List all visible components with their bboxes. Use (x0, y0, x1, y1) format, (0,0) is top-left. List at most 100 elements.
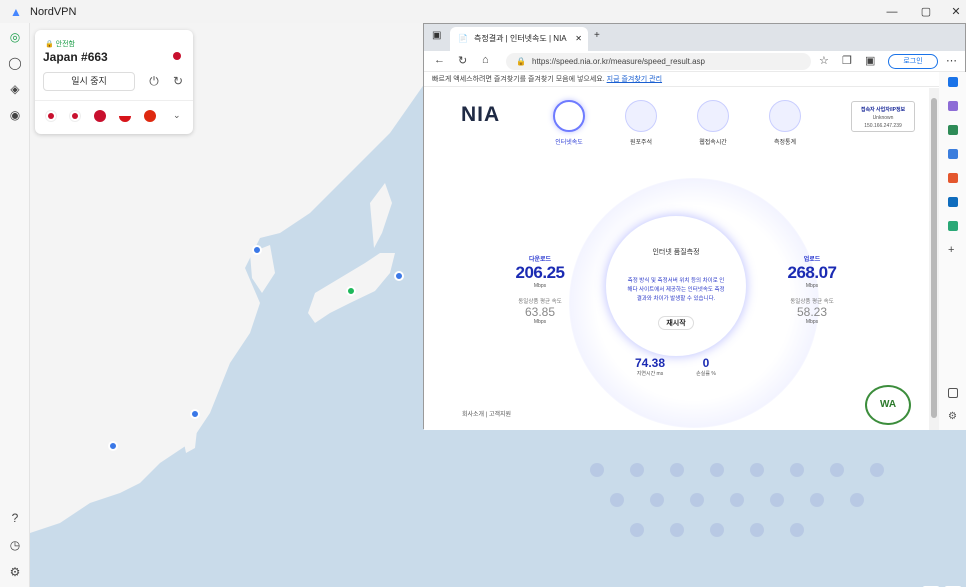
edge-sidebar: + ⚙ (939, 72, 966, 430)
japan-flag-icon[interactable] (45, 110, 57, 122)
globe-icon (697, 100, 729, 132)
retest-button[interactable]: 재시작 (658, 316, 694, 330)
tab-actions-icon[interactable]: ▣ (432, 30, 441, 41)
gear-icon (625, 100, 657, 132)
reconnect-icon[interactable]: ↻ (171, 74, 185, 88)
server-pin[interactable] (394, 271, 404, 281)
minimize-button[interactable]: — (877, 0, 907, 23)
latency-value: 74.38 (634, 356, 666, 370)
refresh-icon[interactable]: ↻ (458, 54, 467, 67)
ip-title: 접속자 사업자/IP정보 (860, 107, 906, 113)
czech-flag-icon[interactable] (119, 110, 131, 122)
server-pin[interactable] (108, 441, 118, 451)
target-icon[interactable]: ◉ (7, 107, 23, 123)
hongkong-flag-icon[interactable] (144, 110, 156, 122)
app-title: NordVPN (30, 5, 77, 18)
map-dot (630, 523, 644, 537)
map-dot (850, 493, 864, 507)
nav-bar: ← ↻ ⌂ 🔒 https://speed.nia.or.kr/measure/… (424, 51, 965, 72)
shield-icon[interactable]: ◯ (7, 55, 23, 71)
upload-avg-value: 58.23 (796, 305, 828, 319)
loss-value: 0 (702, 356, 710, 370)
download-avg-unit: Mbps (533, 319, 547, 325)
upload-unit: Mbps (805, 283, 819, 289)
map-dot (710, 463, 724, 477)
map-dot (590, 463, 604, 477)
pause-button[interactable]: 일시 중지 (43, 72, 135, 91)
settings-icon[interactable]: ⚙ (7, 564, 23, 580)
collections-icon[interactable]: ❐ (842, 54, 852, 67)
gauge-center: 인터넷 품질측정 측정 방식 및 측정서버 위치 등의 차이로 인해다 사이트에… (605, 215, 747, 357)
nav-stats[interactable]: 측정통계 (760, 100, 810, 146)
address-bar[interactable]: 🔒 https://speed.nia.or.kr/measure/speed_… (506, 53, 811, 70)
upload-label: 업로드 (803, 257, 821, 263)
browser-window: ▣ 📄 측정결과 | 인터넷속도 | NIA ✕ + ← ↻ ⌂ 🔒 https… (423, 23, 966, 430)
globe-icon[interactable]: ◎ (7, 29, 23, 45)
back-icon[interactable]: ← (434, 54, 445, 66)
help-icon[interactable]: ? (7, 510, 23, 526)
nav-label: 원포주석 (629, 140, 653, 146)
close-button[interactable]: ✕ (941, 0, 966, 23)
map-dot (690, 493, 704, 507)
maximize-button[interactable]: ▢ (911, 0, 941, 23)
nav-web[interactable]: 웹접속시간 (688, 100, 738, 146)
map-dot (830, 463, 844, 477)
server-pin[interactable] (252, 245, 262, 255)
page-icon: 📄 (458, 34, 468, 43)
more-icon[interactable]: ⋯ (946, 54, 957, 67)
wa-badge: WA (865, 385, 911, 425)
favbar-link[interactable]: 지금 즐겨찾기 관리 (607, 76, 662, 83)
map-dot (650, 493, 664, 507)
denmark-flag-icon[interactable] (94, 110, 106, 122)
nav-quality[interactable]: 원포주석 (616, 100, 666, 146)
favbar-text: 빠르게 액세스하려면 즐겨찾기를 즐겨찾기 모음에 넣으세요. (432, 76, 605, 83)
map-dot (710, 523, 724, 537)
games-icon[interactable] (948, 149, 958, 159)
divider (35, 100, 193, 101)
shopping-icon[interactable] (948, 125, 958, 135)
map-dot (610, 493, 624, 507)
upload-metric: 업로드 268.07 Mbps 동일상품 평균 속도 58.23 Mbps (782, 254, 842, 325)
add-icon[interactable]: + (948, 245, 958, 256)
center-title: 인터넷 품질측정 (652, 249, 700, 256)
scrollbar[interactable] (929, 88, 939, 430)
connection-card: 🔒 안전함 Japan #663 일시 중지 ⏻ ↻ ⌄ (35, 30, 193, 134)
download-avg-value: 63.85 (524, 305, 556, 319)
scroll-thumb[interactable] (931, 98, 937, 418)
office-icon[interactable] (948, 173, 958, 183)
tree-icon[interactable] (948, 221, 958, 231)
footer-links[interactable]: 회사소개 | 고객지원 (462, 409, 511, 418)
notifications-icon[interactable]: ◷ (7, 537, 23, 553)
server-pin[interactable] (190, 409, 200, 419)
home-icon[interactable]: ⌂ (482, 54, 489, 66)
nav-label: 인터넷속도 (555, 140, 583, 146)
ip-isp: Unknown (872, 115, 894, 121)
speedometer-icon (553, 100, 585, 132)
outlook-icon[interactable] (948, 197, 958, 207)
search-icon[interactable] (948, 77, 958, 87)
meshnet-icon[interactable]: ◈ (7, 81, 23, 97)
map-dot (790, 463, 804, 477)
connected-server-pin[interactable] (346, 286, 356, 296)
favorites-icon[interactable]: ☆ (819, 54, 829, 67)
new-tab-icon[interactable]: + (594, 30, 600, 41)
download-metric: 다운로드 206.25 Mbps 동일상품 평균 속도 63.85 Mbps (510, 254, 570, 325)
map-dot (810, 493, 824, 507)
nav-speed[interactable]: 인터넷속도 (544, 100, 594, 146)
active-tab[interactable]: 📄 측정결과 | 인터넷속도 | NIA ✕ (450, 27, 588, 51)
login-button[interactable]: 로그인 (888, 54, 938, 69)
chevron-down-icon[interactable]: ⌄ (173, 110, 181, 121)
map-dot (790, 523, 804, 537)
tab-close-icon[interactable]: ✕ (575, 27, 582, 51)
upload-avg-unit: Mbps (805, 319, 819, 325)
sidebar-toggle-icon[interactable] (948, 388, 958, 398)
nia-logo[interactable]: NIA (461, 103, 500, 127)
status-text: 🔒 안전함 (45, 41, 75, 48)
extensions-icon[interactable]: ▣ (865, 54, 875, 67)
tools-icon[interactable] (948, 101, 958, 111)
power-icon[interactable]: ⏻ (147, 74, 161, 88)
map-dot (750, 463, 764, 477)
japan-flag-icon[interactable] (69, 110, 81, 122)
settings-icon[interactable]: ⚙ (948, 412, 958, 422)
lock-icon: 🔒 (516, 57, 526, 66)
